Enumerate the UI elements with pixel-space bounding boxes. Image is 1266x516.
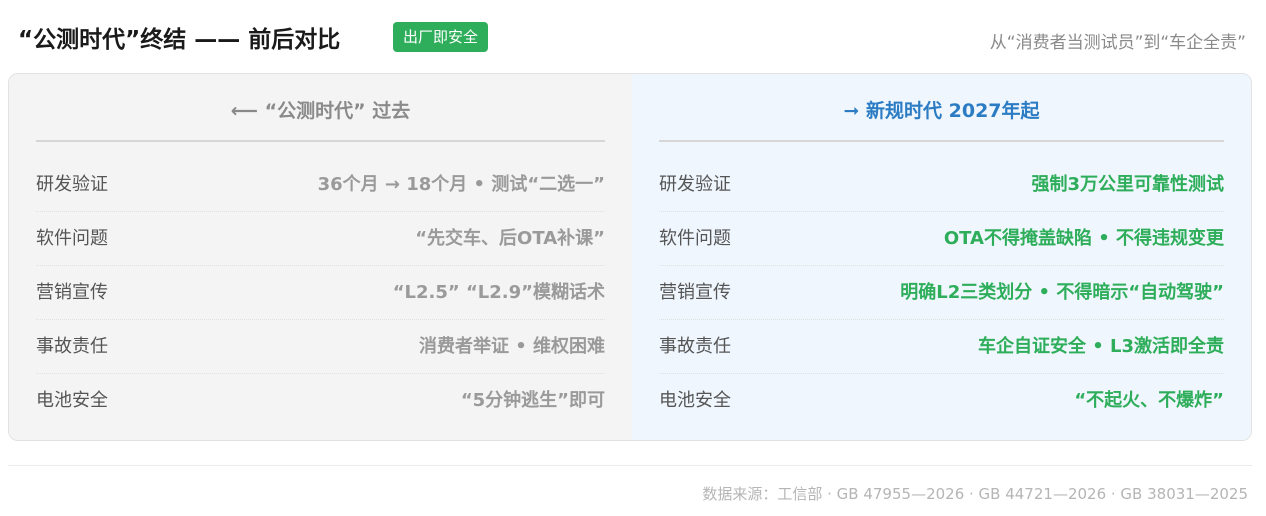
safety-badge: 出厂即安全 xyxy=(393,22,489,52)
new-era-rows: 研发验证 强制3万公里可靠性测试 软件问题 OTA不得掩盖缺陷 • 不得违规变更… xyxy=(659,158,1224,427)
row-value: 36个月 → 18个月 • 测试“二选一” xyxy=(317,174,605,195)
row-value: 车企自证安全 • L3激活即全责 xyxy=(977,336,1224,357)
data-source: 数据来源：工信部 · GB 47955—2026 · GB 44721—2026… xyxy=(702,485,1248,503)
row-label: 软件问题 xyxy=(36,228,108,249)
row-value: “先交车、后OTA补课” xyxy=(415,228,605,249)
page-subtitle: 从“消费者当测试员”到“车企全责” xyxy=(989,33,1246,53)
row-label: 研发验证 xyxy=(659,174,731,195)
row-label: 营销宣传 xyxy=(659,282,731,303)
row-label: 事故责任 xyxy=(659,336,731,357)
row-label: 事故责任 xyxy=(36,336,108,357)
row-value: “不起火、不爆炸” xyxy=(1074,390,1224,411)
table-row: 事故责任 车企自证安全 • L3激活即全责 xyxy=(659,320,1224,374)
past-rows: 研发验证 36个月 → 18个月 • 测试“二选一” 软件问题 “先交车、后OT… xyxy=(36,158,605,427)
row-value: 强制3万公里可靠性测试 xyxy=(1031,174,1224,195)
table-row: 事故责任 消费者举证 • 维权困难 xyxy=(36,320,605,374)
footer-divider xyxy=(8,465,1252,466)
row-label: 营销宣传 xyxy=(36,282,108,303)
new-era-heading: ➞ 新规时代 2027年起 xyxy=(659,96,1224,142)
table-row: 营销宣传 “L2.5” “L2.9”模糊话术 xyxy=(36,266,605,320)
table-row: 软件问题 “先交车、后OTA补课” xyxy=(36,212,605,266)
table-row: 电池安全 “不起火、不爆炸” xyxy=(659,374,1224,427)
table-row: 研发验证 强制3万公里可靠性测试 xyxy=(659,158,1224,212)
table-row: 电池安全 “5分钟逃生”即可 xyxy=(36,374,605,427)
page-title: “公测时代”终结 —— 前后对比 xyxy=(18,27,341,53)
past-heading: ⟵ “公测时代” 过去 xyxy=(36,96,605,142)
row-label: 电池安全 xyxy=(659,390,731,411)
row-label: 软件问题 xyxy=(659,228,731,249)
new-era-panel: ➞ 新规时代 2027年起 研发验证 强制3万公里可靠性测试 软件问题 OTA不… xyxy=(632,74,1251,440)
table-row: 营销宣传 明确L2三类划分 • 不得暗示“自动驾驶” xyxy=(659,266,1224,320)
table-row: 研发验证 36个月 → 18个月 • 测试“二选一” xyxy=(36,158,605,212)
row-label: 研发验证 xyxy=(36,174,108,195)
table-row: 软件问题 OTA不得掩盖缺陷 • 不得违规变更 xyxy=(659,212,1224,266)
header: “公测时代”终结 —— 前后对比 出厂即安全 从“消费者当测试员”到“车企全责” xyxy=(18,18,1246,56)
comparison-card: ⟵ “公测时代” 过去 研发验证 36个月 → 18个月 • 测试“二选一” 软… xyxy=(8,73,1252,441)
row-value: 消费者举证 • 维权困难 xyxy=(418,336,605,357)
row-value: 明确L2三类划分 • 不得暗示“自动驾驶” xyxy=(900,282,1224,303)
row-label: 电池安全 xyxy=(36,390,108,411)
past-panel: ⟵ “公测时代” 过去 研发验证 36个月 → 18个月 • 测试“二选一” 软… xyxy=(9,74,632,440)
row-value: OTA不得掩盖缺陷 • 不得违规变更 xyxy=(943,228,1224,249)
row-value: “L2.5” “L2.9”模糊话术 xyxy=(392,282,605,303)
row-value: “5分钟逃生”即可 xyxy=(460,390,605,411)
